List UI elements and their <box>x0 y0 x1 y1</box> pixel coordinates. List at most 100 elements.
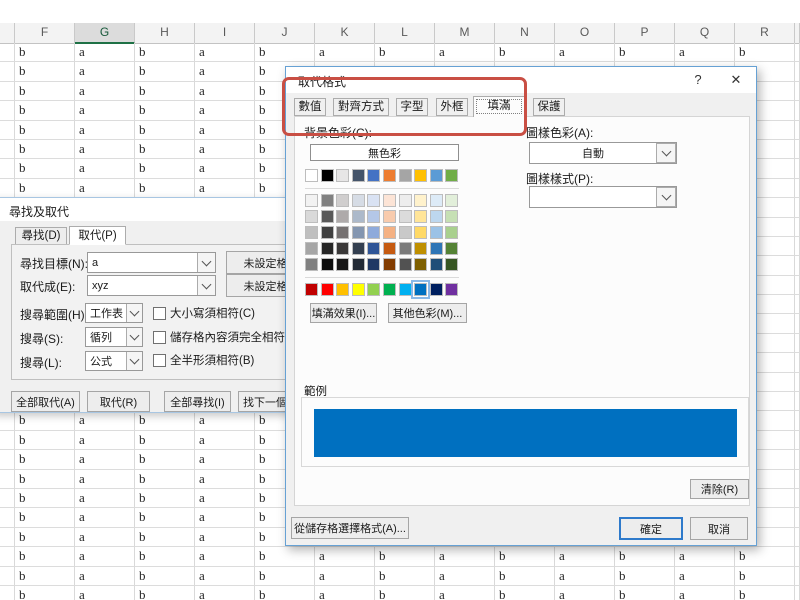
grid-cell[interactable]: b <box>135 450 195 469</box>
column-header-N[interactable]: N <box>495 23 555 44</box>
color-swatch-variant[interactable] <box>305 258 318 271</box>
color-swatch-variant[interactable] <box>352 226 365 239</box>
grid-cell[interactable]: b <box>135 567 195 586</box>
grid-cell[interactable]: b <box>135 121 195 140</box>
color-swatch-variant[interactable] <box>430 210 443 223</box>
find-what-dropdown-icon[interactable] <box>197 253 215 272</box>
color-swatch-standard[interactable] <box>305 283 318 296</box>
more-colors-button[interactable]: 其他色彩(M)... <box>388 303 467 323</box>
color-swatch-variant[interactable] <box>336 194 349 207</box>
grid-cell[interactable]: b <box>15 411 75 430</box>
tab-protection[interactable]: 保護 <box>533 98 565 116</box>
grid-cell[interactable]: a <box>195 159 255 178</box>
grid-cell[interactable]: b <box>735 567 795 586</box>
column-header-P[interactable]: P <box>615 23 675 44</box>
grid-cell[interactable]: b <box>615 43 675 62</box>
ok-button[interactable]: 確定 <box>619 517 683 540</box>
grid-cell[interactable]: a <box>195 547 255 566</box>
search-order-dropdown-icon[interactable] <box>126 328 142 346</box>
color-swatch-variant[interactable] <box>399 226 412 239</box>
grid-cell[interactable]: a <box>435 43 495 62</box>
grid-cell[interactable]: a <box>195 101 255 120</box>
color-swatch-variant[interactable] <box>399 258 412 271</box>
column-header-G[interactable]: G <box>75 23 135 44</box>
grid-cell[interactable]: b <box>615 567 675 586</box>
grid-cell[interactable]: a <box>75 489 135 508</box>
grid-cell[interactable]: a <box>195 489 255 508</box>
grid-cell[interactable]: b <box>375 586 435 600</box>
color-swatch-variant[interactable] <box>352 242 365 255</box>
grid-cell[interactable]: a <box>195 431 255 450</box>
tab-font[interactable]: 字型 <box>396 98 428 116</box>
color-swatch-selected[interactable] <box>414 283 427 296</box>
grid-cell[interactable]: a <box>195 411 255 430</box>
grid-cell[interactable]: a <box>195 528 255 547</box>
color-swatch-variant[interactable] <box>321 226 334 239</box>
color-swatch-standard[interactable] <box>430 283 443 296</box>
grid-cell[interactable]: a <box>75 586 135 600</box>
tab-replace[interactable]: 取代(P) <box>69 226 126 245</box>
grid-cell[interactable]: b <box>15 82 75 101</box>
grid-cell[interactable]: b <box>735 547 795 566</box>
column-header-R[interactable]: R <box>735 23 795 44</box>
color-swatch-theme[interactable] <box>305 169 318 182</box>
color-swatch-variant[interactable] <box>352 194 365 207</box>
color-swatch-variant[interactable] <box>414 194 427 207</box>
grid-cell[interactable]: b <box>15 470 75 489</box>
grid-cell[interactable]: b <box>15 431 75 450</box>
close-icon[interactable]: ✕ <box>722 71 750 89</box>
grid-cell[interactable]: b <box>375 567 435 586</box>
grid-cell[interactable]: a <box>75 547 135 566</box>
grid-cell[interactable]: b <box>15 62 75 81</box>
color-swatch-variant[interactable] <box>383 210 396 223</box>
tab-find[interactable]: 尋找(D) <box>15 227 67 245</box>
tab-alignment[interactable]: 對齊方式 <box>333 98 389 116</box>
grid-cell[interactable]: b <box>615 586 675 600</box>
grid-cell[interactable]: b <box>15 101 75 120</box>
color-swatch-theme[interactable] <box>445 169 458 182</box>
grid-cell[interactable]: a <box>75 431 135 450</box>
search-order-select[interactable]: 循列 <box>85 327 143 347</box>
color-swatch-variant[interactable] <box>321 242 334 255</box>
grid-cell[interactable]: a <box>195 470 255 489</box>
grid-cell[interactable]: b <box>495 567 555 586</box>
grid-cell[interactable]: b <box>15 450 75 469</box>
column-header-I[interactable]: I <box>195 23 255 44</box>
color-swatch-variant[interactable] <box>383 242 396 255</box>
color-swatch-variant[interactable] <box>367 258 380 271</box>
color-swatch-variant[interactable] <box>336 210 349 223</box>
grid-cell[interactable]: b <box>495 586 555 600</box>
color-swatch-variant[interactable] <box>445 242 458 255</box>
help-icon[interactable]: ? <box>684 71 712 89</box>
grid-cell[interactable]: a <box>195 43 255 62</box>
color-swatch-variant[interactable] <box>321 210 334 223</box>
color-swatch-theme[interactable] <box>336 169 349 182</box>
color-swatch-variant[interactable] <box>305 194 318 207</box>
grid-cell[interactable]: a <box>75 140 135 159</box>
find-all-button[interactable]: 全部尋找(I) <box>164 391 231 412</box>
grid-cell[interactable]: b <box>735 43 795 62</box>
grid-cell[interactable]: b <box>495 43 555 62</box>
grid-cell[interactable]: a <box>195 450 255 469</box>
replace-with-dropdown-icon[interactable] <box>197 276 215 295</box>
color-swatch-variant[interactable] <box>336 242 349 255</box>
color-swatch-variant[interactable] <box>414 258 427 271</box>
column-header-F[interactable]: F <box>15 23 75 44</box>
color-swatch-variant[interactable] <box>352 258 365 271</box>
grid-cell[interactable]: b <box>135 43 195 62</box>
color-swatch-standard[interactable] <box>383 283 396 296</box>
color-swatch-standard[interactable] <box>336 283 349 296</box>
grid-cell[interactable]: a <box>75 101 135 120</box>
tab-number[interactable]: 數值 <box>294 98 326 116</box>
color-swatch-theme[interactable] <box>321 169 334 182</box>
tab-border[interactable]: 外框 <box>436 98 468 116</box>
color-swatch-variant[interactable] <box>430 194 443 207</box>
within-dropdown-icon[interactable] <box>126 304 142 322</box>
grid-cell[interactable]: a <box>75 179 135 198</box>
color-swatch-variant[interactable] <box>383 258 396 271</box>
match-case-checkbox[interactable]: 大小寫須相符(C) <box>153 305 255 321</box>
grid-cell[interactable]: a <box>315 547 375 566</box>
color-swatch-theme[interactable] <box>352 169 365 182</box>
color-swatch-variant[interactable] <box>430 226 443 239</box>
match-halfwidth-checkbox[interactable]: 全半形須相符(B) <box>153 352 254 368</box>
